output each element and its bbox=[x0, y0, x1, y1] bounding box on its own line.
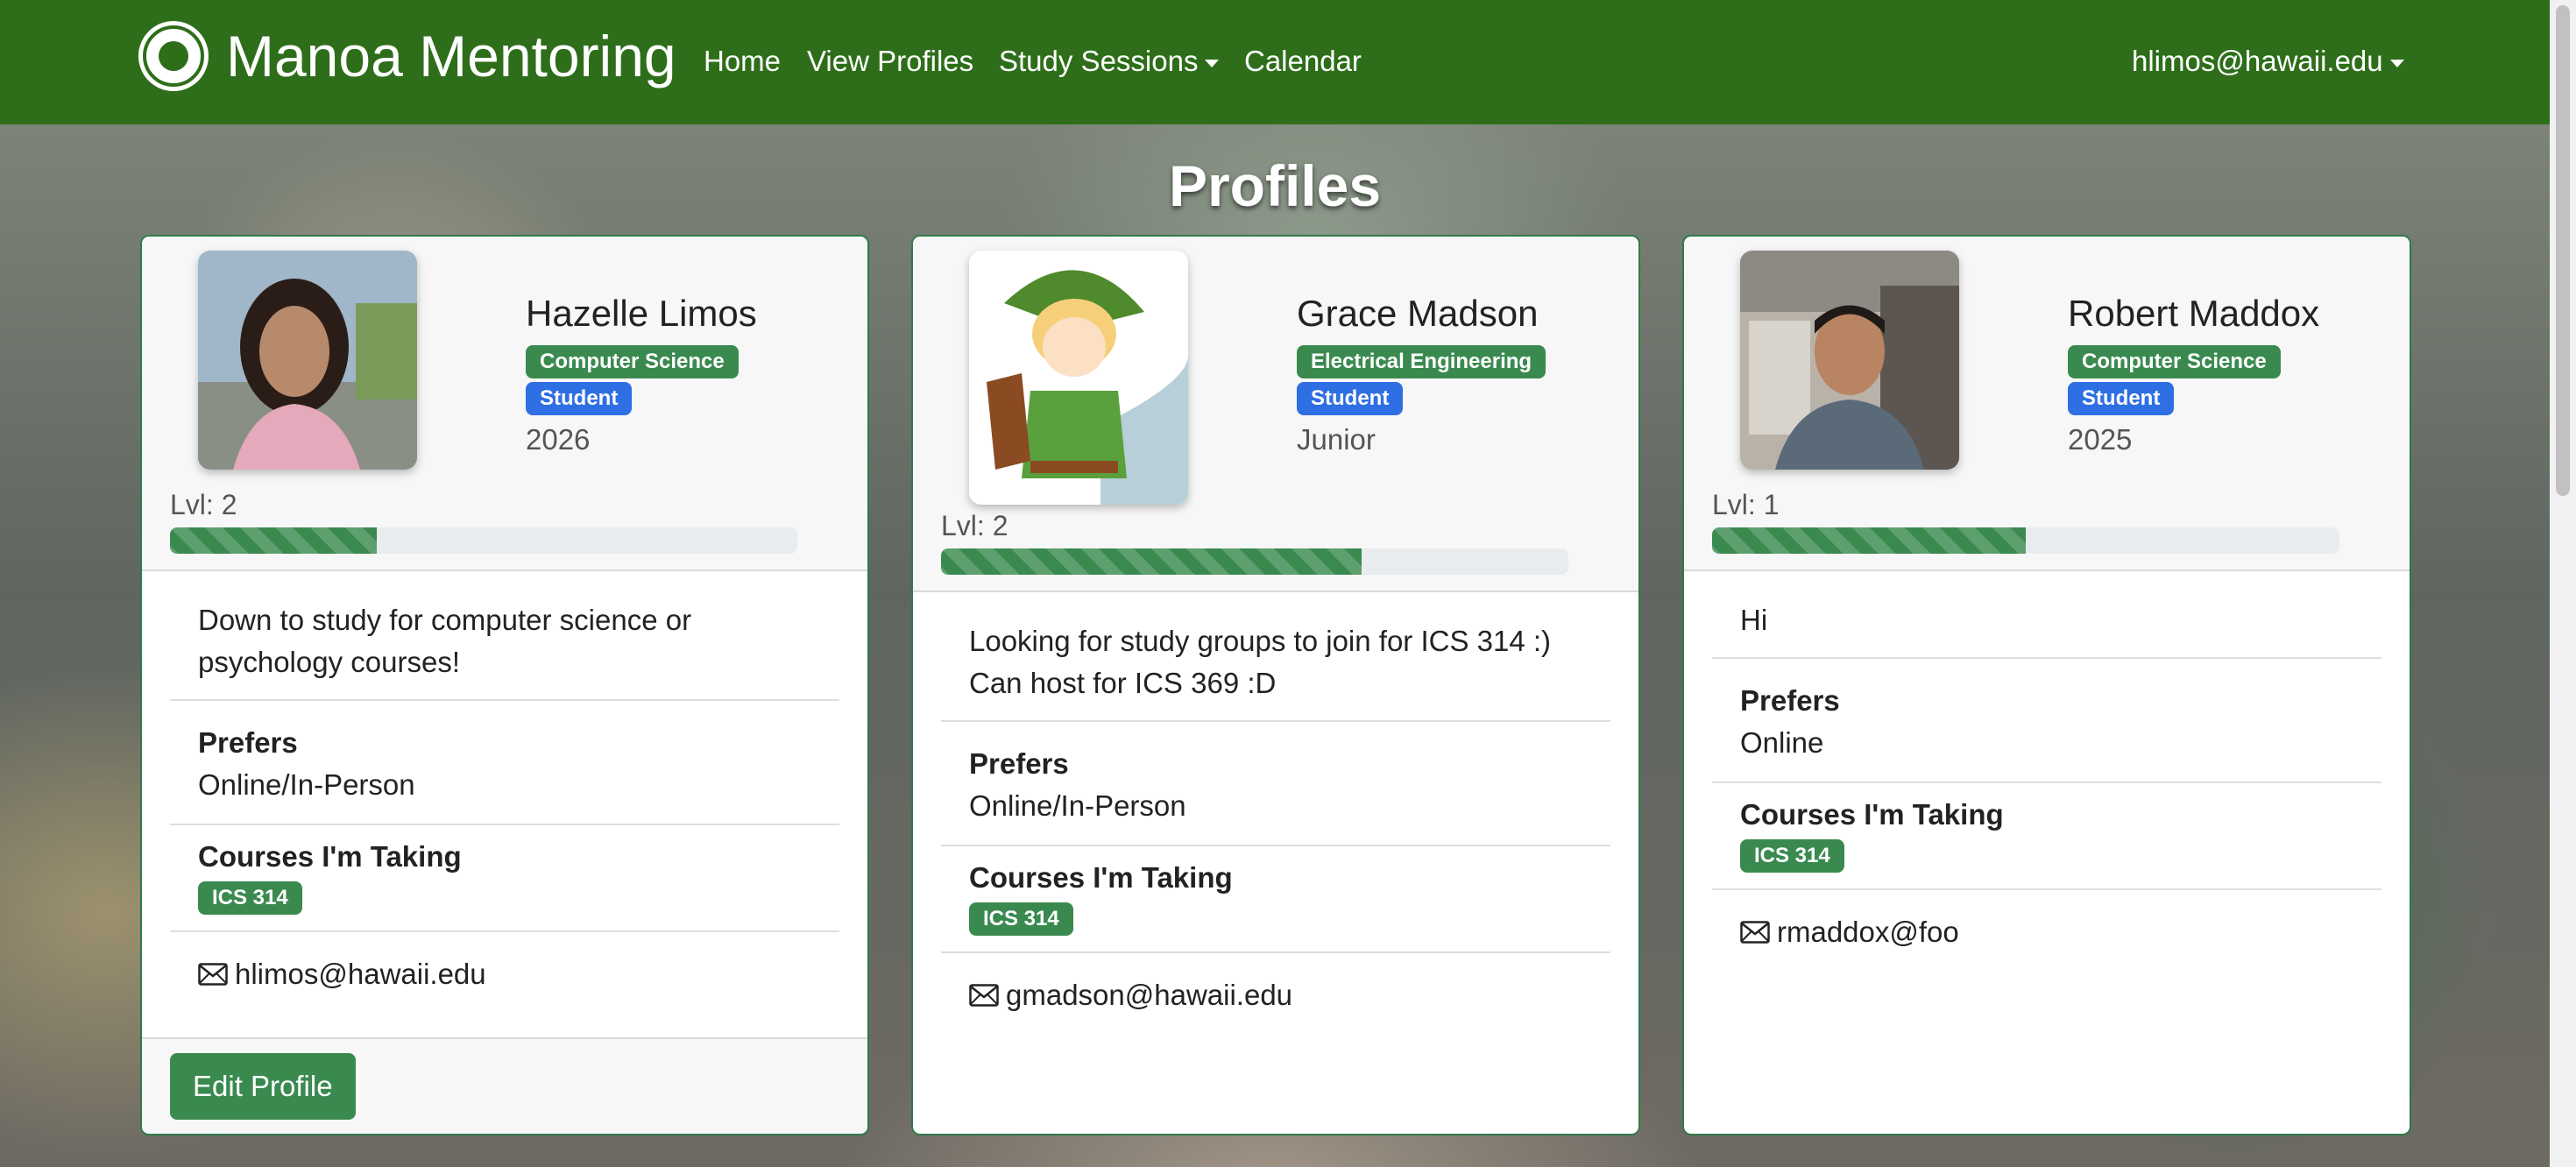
level-label: Lvl: 2 bbox=[941, 510, 1008, 541]
edit-profile-button[interactable]: Edit Profile bbox=[170, 1053, 356, 1120]
prefers-label: Prefers bbox=[1740, 684, 1840, 717]
courses-section: Courses I'm Taking ICS 314 bbox=[1712, 783, 2381, 890]
profile-name: Hazelle Limos bbox=[526, 293, 757, 334]
page-title: Profiles bbox=[1168, 153, 1382, 218]
profile-card: Hazelle Limos Computer Science Student 2… bbox=[140, 235, 869, 1135]
major-badge: Electrical Engineering bbox=[1297, 345, 1546, 378]
profile-email[interactable]: hlimos@hawaii.edu bbox=[235, 953, 486, 995]
prefers-label: Prefers bbox=[969, 747, 1069, 780]
courses-label: Courses I'm Taking bbox=[969, 861, 1233, 894]
uh-seal-logo[interactable] bbox=[138, 21, 209, 91]
nav-home[interactable]: Home bbox=[704, 42, 781, 81]
profile-email[interactable]: gmadson@hawaii.edu bbox=[1006, 974, 1292, 1016]
course-badge: ICS 314 bbox=[1740, 839, 1844, 873]
class-standing: Junior bbox=[1297, 423, 1376, 456]
profile-bio: Hi bbox=[1740, 604, 1768, 636]
profile-bio: Down to study for computer science or ps… bbox=[198, 604, 692, 678]
courses-label: Courses I'm Taking bbox=[1740, 798, 2004, 831]
courses-section: Courses I'm Taking ICS 314 bbox=[941, 846, 1610, 953]
profile-photo bbox=[1740, 251, 1959, 470]
prefers-value: Online/In-Person bbox=[969, 789, 1186, 822]
level-label: Lvl: 1 bbox=[1712, 489, 1780, 520]
courses-section: Courses I'm Taking ICS 314 bbox=[170, 825, 839, 932]
profile-email[interactable]: rmaddox@foo bbox=[1777, 911, 1959, 953]
envelope-icon bbox=[1740, 921, 1770, 944]
scrollbar-thumb[interactable] bbox=[2556, 5, 2570, 496]
prefers-value: Online/In-Person bbox=[198, 768, 415, 801]
page-scrollbar[interactable] bbox=[2550, 0, 2576, 1167]
graduation-year: 2025 bbox=[2068, 423, 2133, 456]
profile-bio: Looking for study groups to join for ICS… bbox=[969, 625, 1552, 699]
envelope-icon bbox=[198, 963, 228, 986]
level-progress-fill bbox=[170, 527, 378, 554]
profile-name: Grace Madson bbox=[1297, 293, 1539, 334]
user-menu-dropdown[interactable]: hlimos@hawaii.edu bbox=[2132, 42, 2404, 81]
envelope-icon bbox=[969, 984, 999, 1007]
level-label: Lvl: 2 bbox=[170, 489, 237, 520]
profile-card: Robert Maddox Computer Science Student 2… bbox=[1682, 235, 2411, 1135]
chevron-down-icon bbox=[1205, 59, 1220, 67]
level-progress-bar bbox=[1712, 527, 2339, 554]
profile-card-footer: Edit Profile bbox=[142, 1037, 867, 1134]
role-badge: Student bbox=[2068, 382, 2175, 415]
email-section: gmadson@hawaii.edu bbox=[941, 958, 1610, 1016]
profile-card-header: Robert Maddox Computer Science Student 2… bbox=[1684, 237, 2410, 571]
level-progress-fill bbox=[941, 548, 1362, 575]
email-section: hlimos@hawaii.edu bbox=[170, 937, 839, 995]
nav-study-sessions-dropdown[interactable]: Study Sessions bbox=[999, 42, 1220, 81]
major-badge: Computer Science bbox=[2068, 345, 2281, 378]
prefers-value: Online bbox=[1740, 726, 1824, 759]
email-section: rmaddox@foo bbox=[1712, 895, 2381, 953]
profile-name: Robert Maddox bbox=[2068, 293, 2320, 334]
role-badge: Student bbox=[526, 382, 633, 415]
profile-photo bbox=[198, 251, 417, 470]
prefers-section: Prefers Online/In-Person bbox=[941, 732, 1610, 846]
course-badge: ICS 314 bbox=[969, 902, 1073, 936]
profile-card: Grace Madson Electrical Engineering Stud… bbox=[911, 235, 1640, 1135]
prefers-label: Prefers bbox=[198, 726, 298, 759]
bio-section: Down to study for computer science or ps… bbox=[170, 571, 839, 701]
nav-view-profiles[interactable]: View Profiles bbox=[807, 42, 973, 81]
user-email: hlimos@hawaii.edu bbox=[2132, 45, 2383, 77]
level-progress-fill bbox=[1712, 527, 2026, 554]
prefers-section: Prefers Online bbox=[1712, 669, 2381, 783]
profile-card-header: Hazelle Limos Computer Science Student 2… bbox=[142, 237, 867, 571]
prefers-section: Prefers Online/In-Person bbox=[170, 711, 839, 825]
course-badge: ICS 314 bbox=[198, 881, 302, 915]
profile-photo bbox=[969, 251, 1188, 505]
graduation-year: 2026 bbox=[526, 423, 591, 456]
chevron-down-icon bbox=[2389, 59, 2404, 67]
bio-section: Looking for study groups to join for ICS… bbox=[941, 592, 1610, 722]
nav-study-sessions-label: Study Sessions bbox=[999, 45, 1199, 77]
nav-calendar[interactable]: Calendar bbox=[1244, 42, 1362, 81]
courses-label: Courses I'm Taking bbox=[198, 840, 462, 873]
profile-card-header: Grace Madson Electrical Engineering Stud… bbox=[913, 237, 1638, 592]
navbar: Manoa Mentoring Home View Profiles Study… bbox=[0, 0, 2550, 124]
major-badge: Computer Science bbox=[526, 345, 739, 378]
bio-section: Hi bbox=[1712, 571, 2381, 659]
level-progress-bar bbox=[170, 527, 797, 554]
level-progress-bar bbox=[941, 548, 1568, 575]
role-badge: Student bbox=[1297, 382, 1404, 415]
brand-name[interactable]: Manoa Mentoring bbox=[226, 19, 676, 93]
